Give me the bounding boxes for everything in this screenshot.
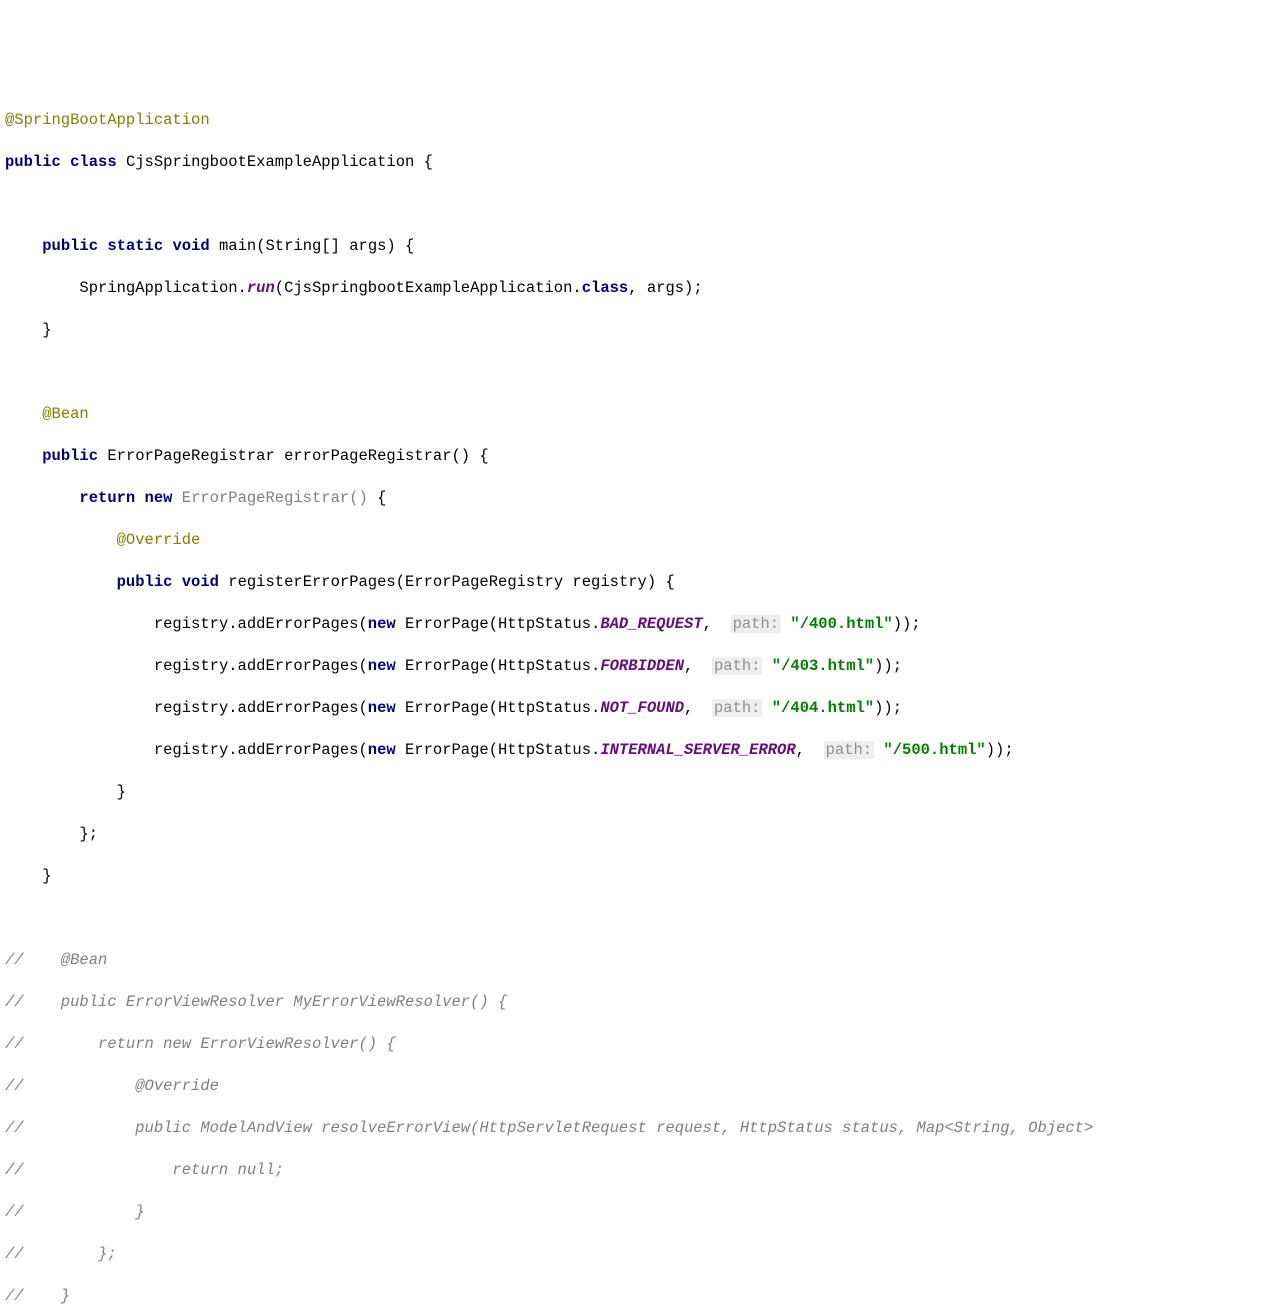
comment: // }; [5, 1245, 117, 1263]
code-line[interactable]: registry.addErrorPages(new ErrorPage(Htt… [5, 740, 1273, 761]
class-name: CjsSpringbootExampleApplication [126, 153, 414, 171]
code-line[interactable]: }; [5, 824, 1273, 845]
string-literal: "/403.html" [772, 657, 874, 675]
bean-annotation: @Bean [42, 405, 89, 423]
comment: // } [5, 1287, 70, 1305]
http-status: NOT_FOUND [600, 699, 684, 717]
kw-public: public [5, 153, 61, 171]
comment: // return new ErrorViewResolver() { [5, 1035, 396, 1053]
string-literal: "/500.html" [883, 741, 985, 759]
code-line[interactable]: // }; [5, 1244, 1273, 1265]
code-editor[interactable]: @SpringBootApplication public class CjsS… [0, 84, 1273, 1308]
code-line[interactable]: registry.addErrorPages(new ErrorPage(Htt… [5, 698, 1273, 719]
code-line[interactable]: // return new ErrorViewResolver() { [5, 1034, 1273, 1055]
param-hint: path: [714, 657, 761, 675]
http-status: INTERNAL_SERVER_ERROR [600, 741, 795, 759]
code-line[interactable] [5, 908, 1273, 929]
code-line[interactable]: // return null; [5, 1160, 1273, 1181]
code-line[interactable]: public void registerErrorPages(ErrorPage… [5, 572, 1273, 593]
string-literal: "/404.html" [772, 699, 874, 717]
comment: // return null; [5, 1161, 284, 1179]
code-line[interactable]: registry.addErrorPages(new ErrorPage(Htt… [5, 656, 1273, 677]
code-line[interactable]: // @Override [5, 1076, 1273, 1097]
code-line[interactable]: registry.addErrorPages(new ErrorPage(Htt… [5, 614, 1273, 635]
kw-class: class [70, 153, 117, 171]
code-line[interactable]: @SpringBootApplication [5, 110, 1273, 131]
code-line[interactable] [5, 194, 1273, 215]
code-line[interactable]: } [5, 782, 1273, 803]
code-line[interactable]: @Bean [5, 404, 1273, 425]
param-hint: path: [733, 615, 780, 633]
code-line[interactable]: public class CjsSpringbootExampleApplica… [5, 152, 1273, 173]
code-line[interactable]: } [5, 866, 1273, 887]
http-status: FORBIDDEN [600, 657, 684, 675]
string-literal: "/400.html" [790, 615, 892, 633]
comment: // @Override [5, 1077, 219, 1095]
param-hint: path: [714, 699, 761, 717]
code-line[interactable]: // @Bean [5, 950, 1273, 971]
param-hint: path: [826, 741, 873, 759]
code-line[interactable]: public static void main(String[] args) { [5, 236, 1273, 257]
comment: // } [5, 1203, 145, 1221]
code-line[interactable]: return new ErrorPageRegistrar() { [5, 488, 1273, 509]
code-line[interactable]: @Override [5, 530, 1273, 551]
override-annotation: @Override [117, 531, 201, 549]
comment: // @Bean [5, 951, 107, 969]
code-line[interactable]: // public ErrorViewResolver MyErrorViewR… [5, 992, 1273, 1013]
code-line[interactable]: // } [5, 1202, 1273, 1223]
method-sig: ErrorPageRegistrar errorPageRegistrar() … [107, 447, 488, 465]
code-line[interactable]: public ErrorPageRegistrar errorPageRegis… [5, 446, 1273, 467]
comment: // public ErrorViewResolver MyErrorViewR… [5, 993, 507, 1011]
code-line[interactable]: // } [5, 1286, 1273, 1307]
code-line[interactable]: SpringApplication.run(CjsSpringbootExamp… [5, 278, 1273, 299]
main-method: main(String[] args) { [219, 237, 414, 255]
code-line[interactable] [5, 362, 1273, 383]
code-line[interactable]: } [5, 320, 1273, 341]
annotation: @SpringBootApplication [5, 111, 210, 129]
code-line[interactable]: // public ModelAndView resolveErrorView(… [5, 1118, 1273, 1139]
http-status: BAD_REQUEST [600, 615, 702, 633]
comment: // public ModelAndView resolveErrorView(… [5, 1119, 1093, 1137]
